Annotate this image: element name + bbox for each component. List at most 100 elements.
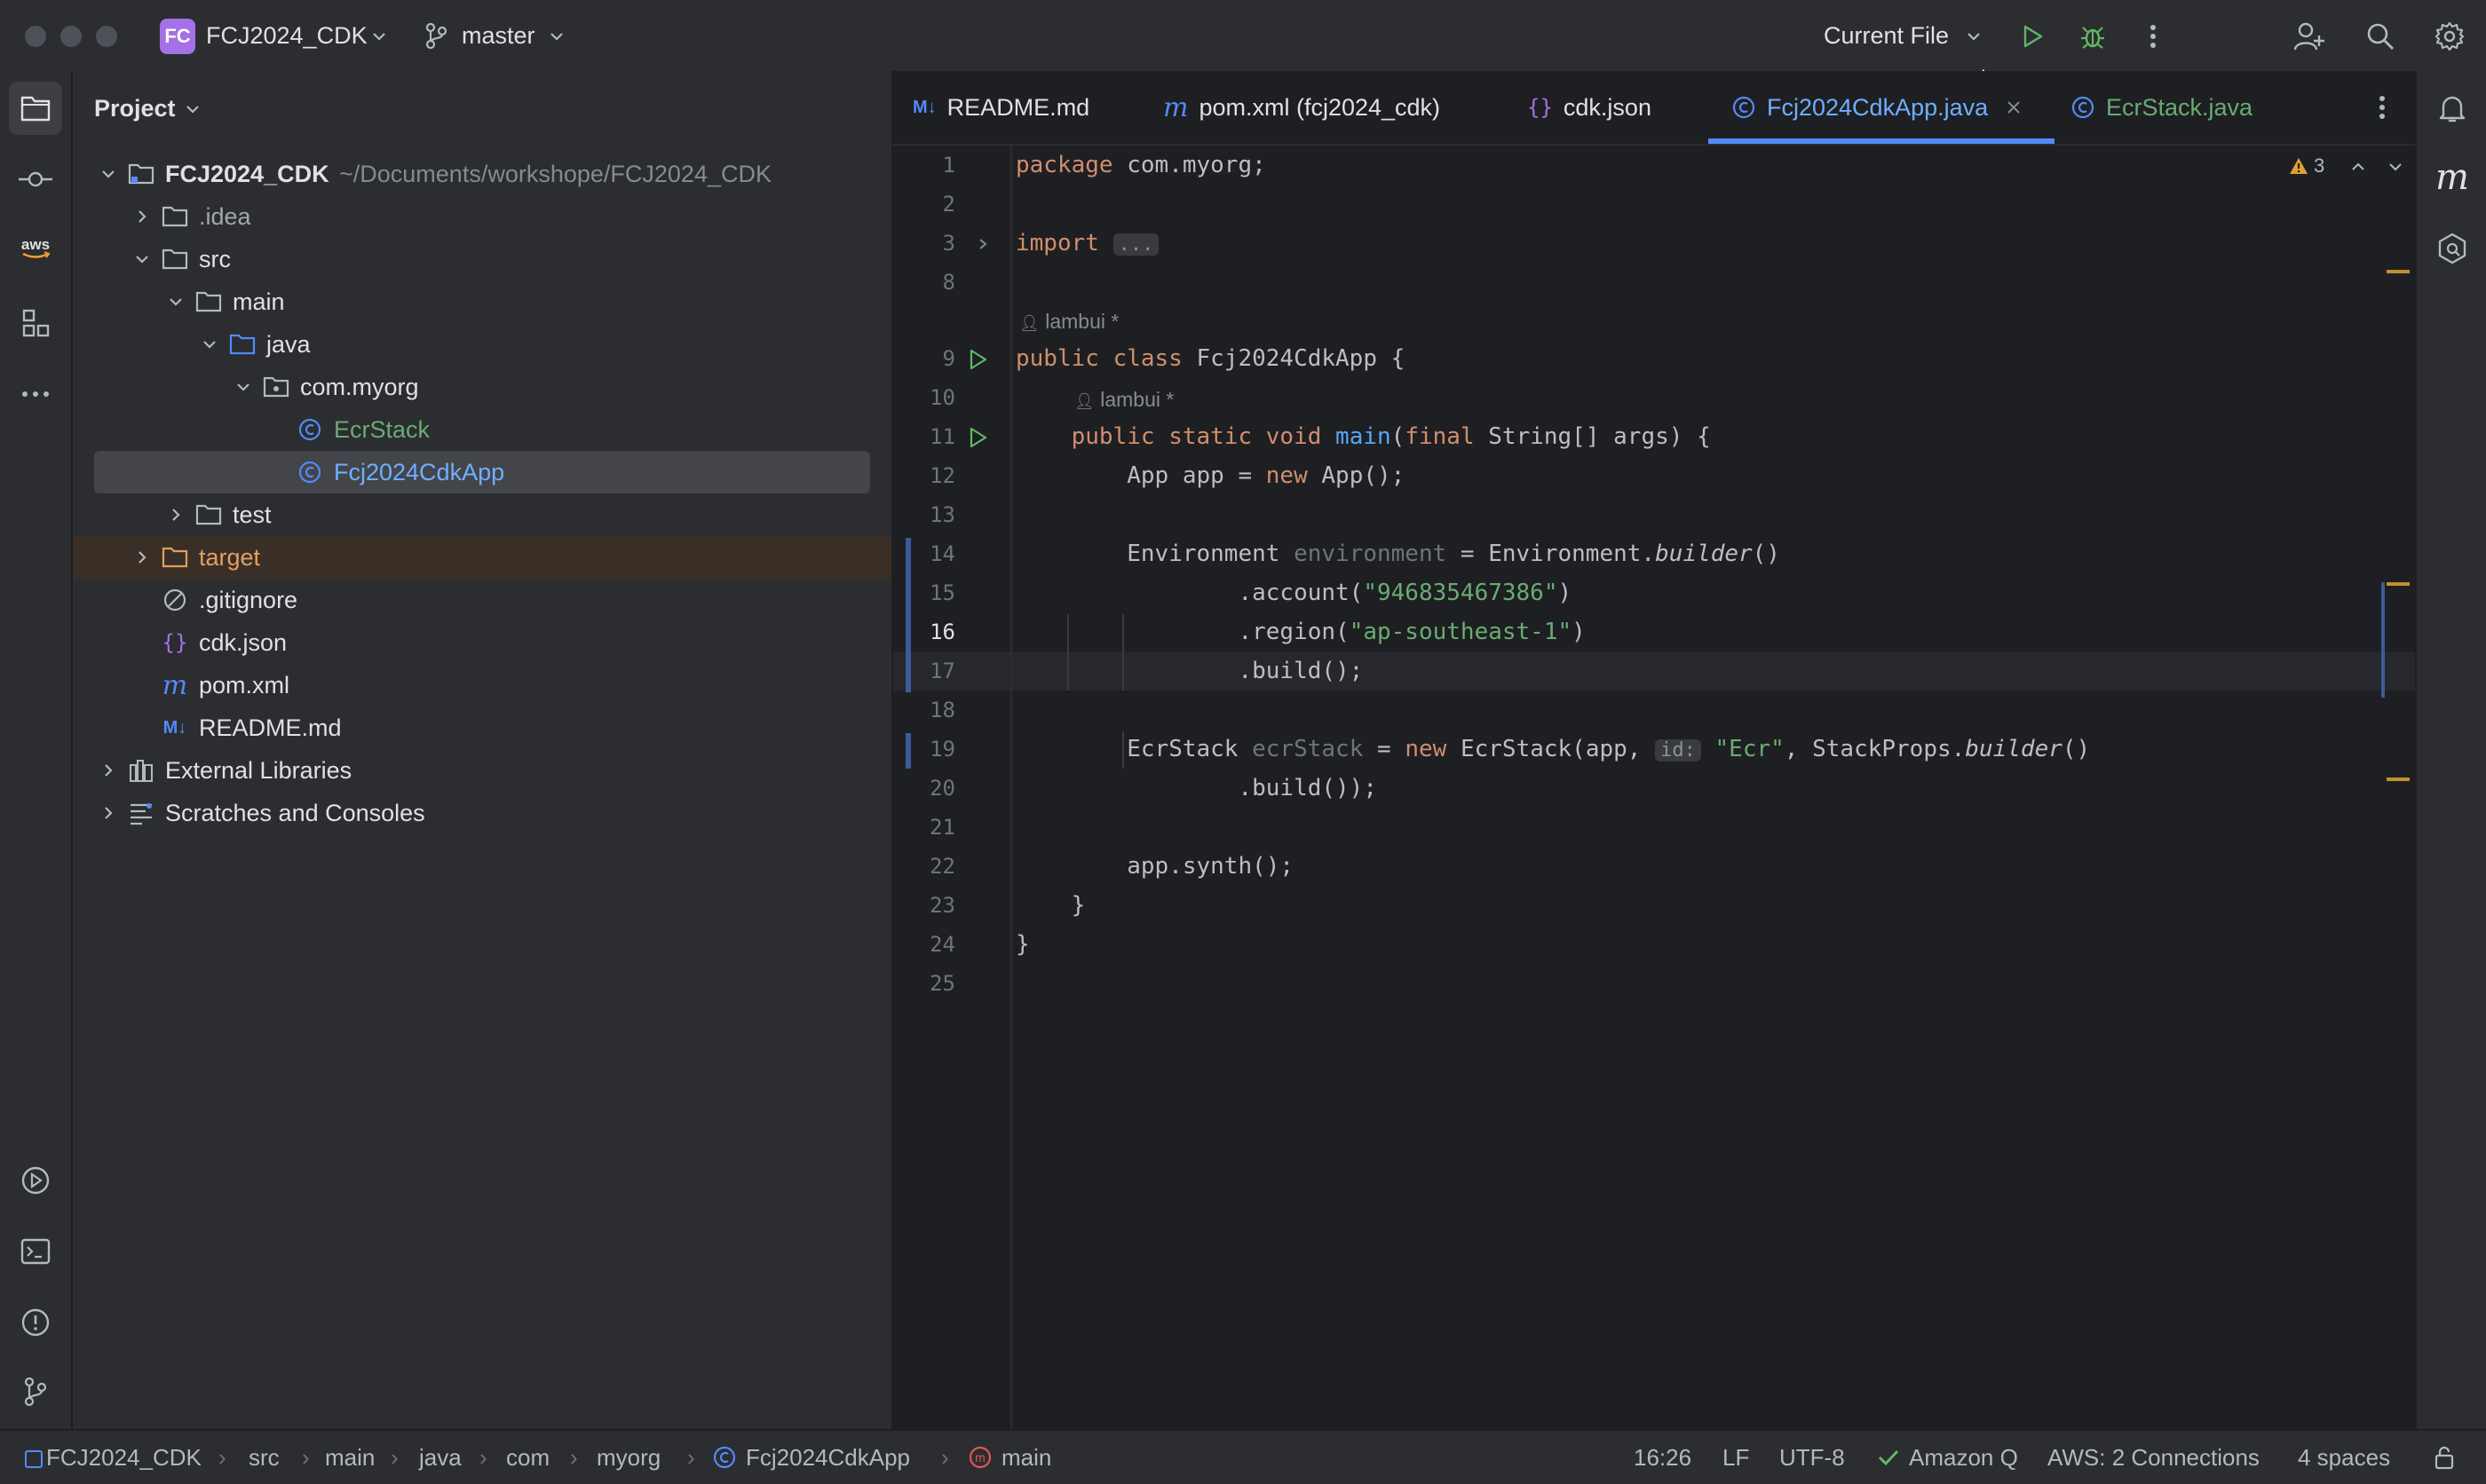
chevron-down-icon[interactable] (547, 27, 566, 46)
aws-connections-status[interactable]: AWS: 2 Connections (2047, 1443, 2260, 1472)
tree-row-fcj2024cdkapp[interactable]: Fcj2024CdkApp (73, 451, 891, 493)
breadcrumb-item[interactable]: src (249, 1443, 280, 1472)
run-gutter-icon[interactable] (966, 426, 989, 449)
tab-readme[interactable]: M↓ README.md (913, 71, 1089, 144)
breadcrumb-item[interactable]: java (419, 1443, 462, 1472)
tree-row-test[interactable]: test (73, 493, 891, 536)
tree-row-project-root[interactable]: FCJ2024_CDK ~/Documents/workshope/FCJ202… (73, 153, 891, 195)
add-user-icon[interactable] (2291, 18, 2328, 55)
close-window-button[interactable] (25, 26, 46, 47)
commit-tool-button[interactable] (9, 153, 62, 206)
git-tool-button[interactable] (9, 1365, 62, 1418)
breadcrumb-item[interactable]: Fcj2024CdkApp (746, 1443, 910, 1472)
tree-row-main[interactable]: main (73, 280, 891, 323)
breadcrumb-item[interactable]: myorg (597, 1443, 661, 1472)
vcs-change-marker[interactable] (906, 733, 911, 769)
breadcrumb-item[interactable]: com (506, 1443, 550, 1472)
chevron-down-icon[interactable] (98, 163, 119, 185)
chevron-down-icon[interactable] (183, 99, 202, 119)
maven-file-icon: m (162, 669, 188, 701)
chevron-down-icon[interactable] (369, 27, 389, 46)
chevron-down-icon[interactable] (165, 291, 186, 312)
amazon-q-status[interactable]: Amazon Q (1909, 1443, 2018, 1472)
status-bar: FCJ2024_CDK › src › main › java › com › … (0, 1429, 2486, 1484)
tree-row-idea[interactable]: .idea (73, 195, 891, 238)
search-icon[interactable] (2362, 18, 2399, 55)
settings-gear-icon[interactable] (2431, 18, 2468, 55)
tab-actions-more-icon[interactable] (2378, 94, 2387, 121)
tab-fcj2024cdkapp-active[interactable]: Fcj2024CdkApp.java (1731, 71, 2022, 144)
tree-label: README.md (199, 714, 342, 741)
tree-row-ecrstack[interactable]: EcrStack (73, 408, 891, 451)
code-editor[interactable]: 1 2 3 8 9 10 11 12 13 14 15 16 17 18 19 … (893, 146, 2415, 1429)
project-panel-title[interactable]: Project (94, 94, 176, 122)
inspections-widget[interactable]: 3 (2289, 154, 2324, 178)
chevron-right-icon[interactable] (165, 504, 186, 525)
error-stripe-mark[interactable] (2387, 270, 2410, 273)
tree-row-target[interactable]: target (73, 536, 891, 579)
branch-selector[interactable]: master (462, 21, 535, 50)
notifications-bell-icon[interactable] (2426, 82, 2479, 135)
vcs-change-marker[interactable] (906, 538, 911, 692)
structure-tool-button[interactable] (9, 296, 62, 350)
editor-gutter: 1 2 3 8 9 10 11 12 13 14 15 16 17 18 19 … (893, 146, 1012, 1429)
tree-row-scratches[interactable]: Scratches and Consoles (73, 792, 891, 834)
zoom-window-button[interactable] (96, 26, 117, 47)
line-separator[interactable]: LF (1722, 1443, 1749, 1472)
previous-highlight-icon[interactable] (2349, 158, 2367, 176)
breadcrumb-item[interactable]: main (325, 1443, 375, 1472)
chevron-down-icon[interactable] (233, 376, 254, 398)
next-highlight-icon[interactable] (2387, 158, 2404, 176)
tree-row-java[interactable]: java (73, 323, 891, 366)
caret-position[interactable]: 16:26 (1634, 1443, 1691, 1472)
tree-row-pom-xml[interactable]: m pom.xml (73, 664, 891, 706)
run-gutter-icon[interactable] (966, 348, 989, 371)
tab-pom-xml[interactable]: m pom.xml (fcj2024_cdk) (1163, 71, 1440, 144)
error-stripe-mark[interactable] (2387, 582, 2410, 586)
chevron-right-icon[interactable] (131, 547, 153, 568)
tree-row-gitignore[interactable]: .gitignore (73, 579, 891, 621)
method-icon: m (968, 1445, 993, 1470)
chevron-right-icon[interactable] (98, 802, 119, 824)
run-icon[interactable] (2014, 18, 2051, 55)
close-tab-icon[interactable] (2006, 99, 2022, 115)
error-stripe-mark[interactable] (2387, 778, 2410, 781)
chevron-down-icon[interactable] (199, 334, 220, 355)
fold-expand-icon[interactable] (975, 236, 991, 252)
breadcrumb-item[interactable]: main (1002, 1443, 1051, 1472)
tab-ecrstack[interactable]: EcrStack.java (2070, 71, 2252, 144)
tree-row-package[interactable]: com.myorg (73, 366, 891, 408)
line-number: 8 (942, 270, 955, 295)
breadcrumb-item[interactable]: FCJ2024_CDK (46, 1443, 202, 1472)
aws-toolkit-button[interactable]: aws (9, 222, 62, 275)
indent-setting[interactable]: 4 spaces (2298, 1443, 2390, 1472)
project-selector[interactable]: FCJ2024_CDK (206, 21, 368, 50)
amazon-q-icon[interactable] (2426, 222, 2479, 275)
more-tools-icon[interactable] (9, 367, 62, 421)
services-tool-button[interactable] (9, 1154, 62, 1207)
tree-row-cdk-json[interactable]: {} cdk.json (73, 621, 891, 664)
author-annotation[interactable]: 👤︎ lambui * (1074, 383, 1174, 417)
project-tool-button[interactable] (9, 82, 62, 135)
folded-imports[interactable]: ... (1112, 233, 1160, 256)
tab-cdk-json[interactable]: {} cdk.json (1527, 71, 1651, 144)
chevron-right-icon[interactable] (98, 760, 119, 781)
minimize-window-button[interactable] (60, 26, 82, 47)
change-stripe-mark[interactable] (2381, 582, 2385, 698)
chevron-right-icon[interactable] (131, 206, 153, 227)
debug-icon[interactable] (2074, 18, 2111, 55)
chevron-down-icon[interactable] (131, 249, 153, 270)
tree-row-external-libraries[interactable]: External Libraries (73, 749, 891, 792)
run-configuration-selector[interactable]: Current File (1824, 21, 1949, 50)
chevron-down-icon[interactable] (1964, 27, 1983, 46)
problems-tool-button[interactable] (9, 1296, 62, 1349)
author-annotation[interactable]: 👤︎ lambui * (1019, 305, 1119, 339)
file-encoding[interactable]: UTF-8 (1779, 1443, 1845, 1472)
read-only-lock-icon[interactable] (2433, 1445, 2456, 1470)
tree-label: src (199, 246, 231, 272)
terminal-tool-button[interactable] (9, 1225, 62, 1278)
more-actions-icon[interactable] (2134, 18, 2172, 55)
tree-row-readme[interactable]: M↓ README.md (73, 706, 891, 749)
maven-tool-icon[interactable]: m (2426, 151, 2479, 204)
tree-row-src[interactable]: src (73, 238, 891, 280)
